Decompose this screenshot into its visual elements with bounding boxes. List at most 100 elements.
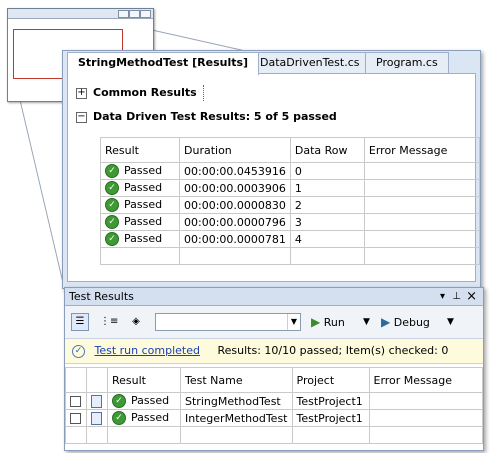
check-info-icon: ✓ [72, 344, 85, 358]
panel-title: Test Results [69, 290, 134, 303]
test-name-cell: IntegerMethodTest [180, 409, 293, 427]
result-cell: ✓ Passed [100, 179, 180, 197]
test-run-completed-link[interactable]: Test run completed [95, 344, 200, 357]
test-results-title-bar: Test Results ▾ ⊥ × [65, 288, 483, 306]
passed-check-icon: ✓ [105, 181, 119, 195]
column-header-checkbox [65, 367, 87, 393]
column-header-result[interactable]: Result [100, 137, 180, 163]
table-row[interactable]: ✓ Passed 00:00:00.0003906 1 [100, 179, 481, 197]
error-message-cell [368, 409, 483, 427]
passed-check-icon: ✓ [105, 198, 119, 212]
duration-cell: 00:00:00.0000830 [179, 196, 291, 214]
data-row-cell: 3 [289, 213, 365, 231]
result-cell: ✓ Passed [100, 196, 180, 214]
section-label: Common Results [93, 86, 197, 99]
passed-check-icon: ✓ [105, 232, 119, 246]
result-cell: ✓ Passed [100, 230, 180, 248]
project-cell: TestProject1 [291, 392, 370, 410]
test-run-combo[interactable]: ▼ [155, 313, 301, 331]
table-row[interactable]: ✓ Passed IntegerMethodTest TestProject1 [65, 409, 483, 427]
chevron-down-icon[interactable]: ▼ [287, 314, 300, 330]
result-cell: ✓ Passed [107, 409, 181, 427]
result-text: Passed [131, 394, 170, 407]
table-header-row: Result Test Name Project Error Message [65, 367, 483, 393]
thumbnail-title-bar [8, 9, 153, 19]
test-document-icon [91, 394, 102, 408]
result-text: Passed [124, 198, 163, 211]
test-document-icon [91, 411, 102, 425]
results-summary: Results: 10/10 passed; Item(s) checked: … [217, 344, 449, 357]
collapse-icon[interactable]: − [76, 111, 87, 123]
column-header-error-message[interactable]: Error Message [368, 367, 483, 393]
error-message-cell [363, 213, 481, 231]
test-name-cell: StringMethodTest [180, 392, 293, 410]
table-row[interactable]: ✓ Passed 00:00:00.0000781 4 [100, 230, 481, 248]
window-position-dropdown-icon[interactable]: ▾ [440, 288, 445, 305]
result-text: Passed [124, 164, 163, 177]
pin-icon[interactable]: ⊥ [452, 288, 461, 305]
data-row-cell: 2 [289, 196, 365, 214]
table-row-empty [65, 426, 483, 444]
duration-cell: 00:00:00.0000781 [179, 230, 291, 248]
test-results-panel: Test Results ▾ ⊥ × ☰ ⋮≡ ◈ ▼ ▶ Run ▼ ▶ De… [64, 287, 484, 451]
icon-cell [86, 392, 108, 410]
table-row[interactable]: ✓ Passed 00:00:00.0000796 3 [100, 213, 481, 231]
result-text: Passed [124, 215, 163, 228]
minimize-icon [118, 10, 129, 18]
maximize-icon [129, 10, 140, 18]
test-run-selector-button[interactable]: ◈ [127, 312, 145, 332]
data-row-cell: 0 [289, 162, 365, 180]
result-cell: ✓ Passed [107, 392, 181, 410]
tab-datadriventest-cs[interactable]: DataDrivenTest.cs [249, 52, 371, 73]
run-label: Run [323, 316, 345, 329]
test-list-view-button[interactable]: ☰ [71, 312, 89, 332]
passed-check-icon: ✓ [105, 215, 119, 229]
table-row[interactable]: ✓ Passed 00:00:00.0453916 0 [100, 162, 481, 180]
common-results-section[interactable]: + Common Results [76, 84, 204, 102]
test-results-table: Result Test Name Project Error Message ✓… [65, 367, 483, 444]
duration-cell: 00:00:00.0003906 [179, 179, 291, 197]
test-runs-icon: ◈ [127, 313, 145, 331]
result-cell: ✓ Passed [100, 162, 180, 180]
debug-button[interactable]: ▶ Debug [381, 312, 430, 332]
run-dropdown-icon[interactable]: ▼ [363, 312, 370, 332]
data-driven-results-table: Result Duration Data Row Error Message ✓… [100, 137, 481, 265]
close-icon[interactable]: × [466, 288, 477, 305]
column-header-data-row[interactable]: Data Row [289, 137, 365, 163]
tab-label: Program.cs [376, 56, 438, 69]
debug-dropdown-icon[interactable]: ▼ [447, 312, 454, 332]
data-row-cell: 4 [289, 230, 365, 248]
test-results-toolbar: ☰ ⋮≡ ◈ ▼ ▶ Run ▼ ▶ Debug ▼ [65, 306, 483, 339]
close-icon [140, 10, 151, 18]
checkbox-cell [65, 409, 87, 427]
row-checkbox[interactable] [70, 413, 81, 424]
column-header-test-name[interactable]: Test Name [180, 367, 293, 393]
data-driven-results-section[interactable]: − Data Driven Test Results: 5 of 5 passed [76, 108, 337, 126]
column-header-error-message[interactable]: Error Message [363, 137, 481, 163]
splitter [202, 85, 204, 101]
column-header-project[interactable]: Project [291, 367, 370, 393]
run-button[interactable]: ▶ Run [311, 312, 345, 332]
table-row[interactable]: ✓ Passed StringMethodTest TestProject1 [65, 392, 483, 410]
group-tree-icon: ⋮≡ [99, 313, 118, 331]
group-by-button[interactable]: ⋮≡ [99, 312, 118, 332]
results-document-window: StringMethodTest [Results] DataDrivenTes… [62, 50, 481, 289]
tab-program-cs[interactable]: Program.cs [365, 52, 449, 73]
result-text: Passed [131, 411, 170, 424]
tab-label: StringMethodTest [Results] [78, 56, 249, 69]
duration-cell: 00:00:00.0453916 [179, 162, 291, 180]
result-text: Passed [124, 181, 163, 194]
error-message-cell [363, 230, 481, 248]
error-message-cell [368, 392, 483, 410]
debug-icon: ▶ [381, 315, 391, 329]
column-header-result[interactable]: Result [107, 367, 181, 393]
passed-check-icon: ✓ [112, 394, 126, 408]
row-checkbox[interactable] [70, 396, 81, 407]
tab-stringmethodtest-results[interactable]: StringMethodTest [Results] [67, 52, 260, 75]
list-view-icon: ☰ [71, 313, 89, 331]
error-message-cell [363, 162, 481, 180]
status-bar: ✓ Test run completed Results: 10/10 pass… [65, 339, 483, 364]
table-row[interactable]: ✓ Passed 00:00:00.0000830 2 [100, 196, 481, 214]
expand-icon[interactable]: + [76, 87, 87, 99]
column-header-duration[interactable]: Duration [179, 137, 291, 163]
